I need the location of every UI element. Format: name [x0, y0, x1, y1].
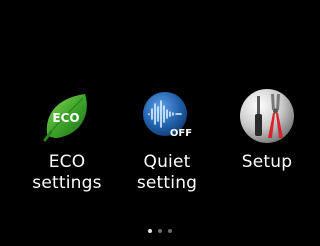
- home-menu: ECO ECO settings OFF Quiet setting Setup: [0, 0, 320, 246]
- eco-settings-label: ECO settings: [32, 152, 101, 194]
- quiet-soundwave-icon: OFF: [143, 92, 192, 139]
- printer-home-screen: ECO ECO settings OFF Quiet setting Setup: [0, 0, 320, 246]
- page-dot-2: [158, 229, 162, 233]
- quiet-setting-label-line2: setting: [136, 173, 198, 193]
- eco-settings-label-line2: settings: [32, 173, 102, 193]
- quiet-icon-text: OFF: [170, 128, 192, 139]
- page-indicator: [0, 229, 320, 233]
- page-dot-3: [168, 229, 172, 233]
- eco-settings-label-line1: ECO: [48, 152, 86, 172]
- quiet-setting-label: Quiet setting: [137, 152, 197, 194]
- setup-label-line1: Setup: [241, 152, 293, 172]
- eco-icon-text: ECO: [52, 111, 79, 125]
- setup-label: Setup: [242, 152, 292, 173]
- eco-settings-button[interactable]: ECO ECO settings: [14, 88, 120, 208]
- quiet-setting-button[interactable]: OFF Quiet setting: [114, 88, 220, 208]
- quiet-setting-label-line1: Quiet: [143, 152, 191, 172]
- eco-leaf-icon: ECO: [43, 94, 87, 142]
- setup-tools-icon: [240, 89, 294, 143]
- page-dot-1: [148, 229, 152, 233]
- setup-button[interactable]: Setup: [214, 88, 320, 208]
